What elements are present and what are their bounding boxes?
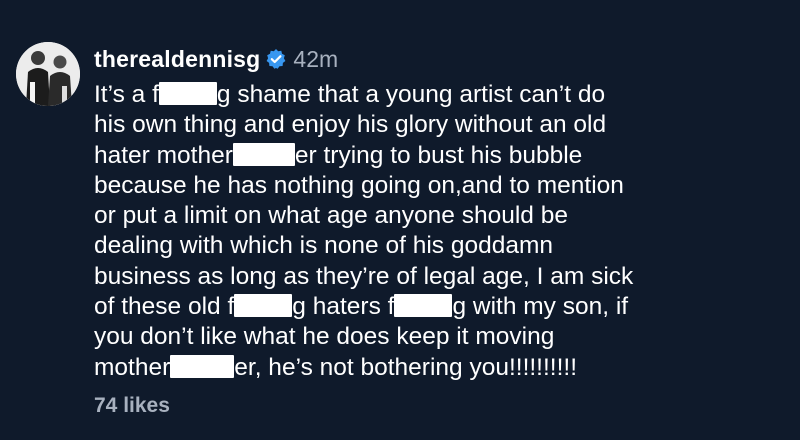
profile-photo-icon [16,42,80,106]
username-link[interactable]: therealdennisg [94,46,260,73]
comment-text-segment: or put a limit on what age anyone should… [94,202,568,230]
comment-text-segment: dealing with which is none of his goddam… [94,232,553,260]
comment-text-segment: of these old f [94,293,235,321]
comment-text-segment: business as long as they’re of legal age… [94,262,634,290]
comment-line: his own thing and enjoy his glory withou… [94,110,734,140]
comment-line: hater mother er trying to bust his bubble [94,141,734,171]
avatar[interactable] [16,42,80,106]
censor-block [170,354,235,378]
comment-text-segment: g haters f [292,293,395,321]
comment-line: dealing with which is none of his goddam… [94,231,734,261]
comment-line: because he has nothing going on,and to m… [94,171,734,201]
comment-text-segment: g shame that a young artist can’t do [216,81,606,108]
comment-line: It’s a f g shame that a young artist can’… [94,80,734,110]
comment-line: of these old f g haters f g with my son, i… [94,292,734,322]
censor-block [234,294,293,318]
comment-header: therealdennisg 42m [94,42,338,76]
verified-badge-icon [265,48,287,70]
comment-text-segment: because he has nothing going on,and to m… [94,171,624,199]
comment-text-segment: er, he’s not bothering you!!!!!!!!!! [234,353,578,381]
comment-line: or put a limit on what age anyone should… [94,201,734,231]
comment-text-segment: you don’t like what he does keep it movi… [94,323,555,351]
likes-count[interactable]: 74 likes [94,394,170,418]
comment-text-segment: It’s a f [94,81,159,108]
comment-text-segment: mother [94,353,171,381]
censor-block [158,82,217,105]
censor-block [394,294,453,318]
censor-block [232,142,295,166]
comment-line: mother er, he’s not bothering you!!!!!!!!… [94,353,734,383]
comment-line: you don’t like what he does keep it movi… [94,322,734,352]
comment-container: therealdennisg 42m It’s a f g shame that … [0,0,800,440]
comment-text: It’s a f g shame that a young artist can’… [94,80,734,383]
comment-text-segment: g with my son, if [452,293,629,321]
comment-text-segment: his own thing and enjoy his glory withou… [94,111,607,139]
comment-text-segment: er trying to bust his bubble [294,141,583,169]
comment-line: business as long as they’re of legal age… [94,262,734,292]
comment-text-segment: hater mother [94,141,233,169]
timestamp: 42m [293,45,339,72]
